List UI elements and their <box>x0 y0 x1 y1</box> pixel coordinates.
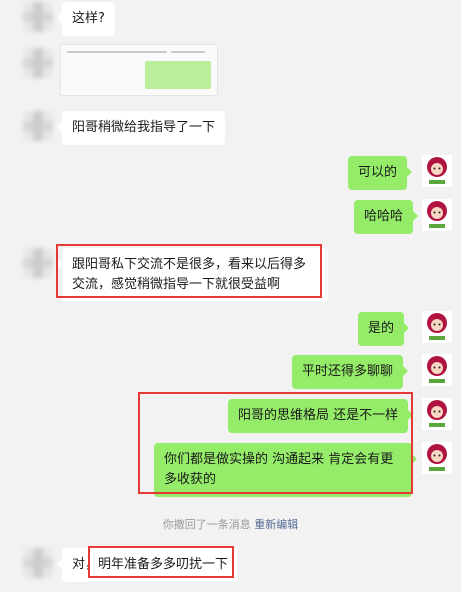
highlight-box <box>56 244 322 298</box>
recall-notice: 你撤回了一条消息 重新编辑 <box>0 516 461 532</box>
contact-avatar[interactable] <box>23 48 53 78</box>
message-bubble[interactable]: 是的 <box>358 312 410 346</box>
highlight-box <box>88 546 234 578</box>
message-bubble[interactable]: 可以的 <box>348 156 413 190</box>
contact-avatar[interactable] <box>23 111 53 141</box>
self-avatar[interactable] <box>422 155 452 187</box>
self-avatar[interactable] <box>422 311 452 343</box>
message-bubble[interactable]: 哈哈哈 <box>354 200 419 234</box>
recall-notice-text: 你撤回了一条消息 <box>162 518 251 531</box>
self-avatar[interactable] <box>422 199 452 231</box>
cartoon-avatar-icon <box>422 311 452 343</box>
self-avatar[interactable] <box>422 354 452 386</box>
message-text: 平时还得多聊聊 <box>302 364 394 379</box>
message-text: 这样? <box>72 11 105 26</box>
image-thumbnail[interactable] <box>60 44 218 96</box>
re-edit-link[interactable]: 重新编辑 <box>254 518 298 531</box>
message-bubble[interactable]: 这样? <box>57 2 115 36</box>
message-bubble[interactable]: 阳哥稍微给我指导了一下 <box>56 111 226 145</box>
message-text: 阳哥稍微给我指导了一下 <box>72 120 216 135</box>
message-text: 哈哈哈 <box>364 209 404 224</box>
message-bubble[interactable]: 平时还得多聊聊 <box>292 355 409 389</box>
cartoon-avatar-icon <box>422 199 452 231</box>
contact-avatar[interactable] <box>23 2 53 32</box>
contact-avatar[interactable] <box>23 548 53 578</box>
highlight-box <box>138 392 413 494</box>
message-text: 是的 <box>368 321 395 336</box>
contact-avatar[interactable] <box>23 248 53 278</box>
cartoon-avatar-icon <box>422 398 452 430</box>
cartoon-avatar-icon <box>422 442 452 474</box>
cartoon-avatar-icon <box>422 354 452 386</box>
self-avatar[interactable] <box>422 442 452 474</box>
message-text: 可以的 <box>358 165 398 180</box>
self-avatar[interactable] <box>422 398 452 430</box>
cartoon-avatar-icon <box>422 155 452 187</box>
